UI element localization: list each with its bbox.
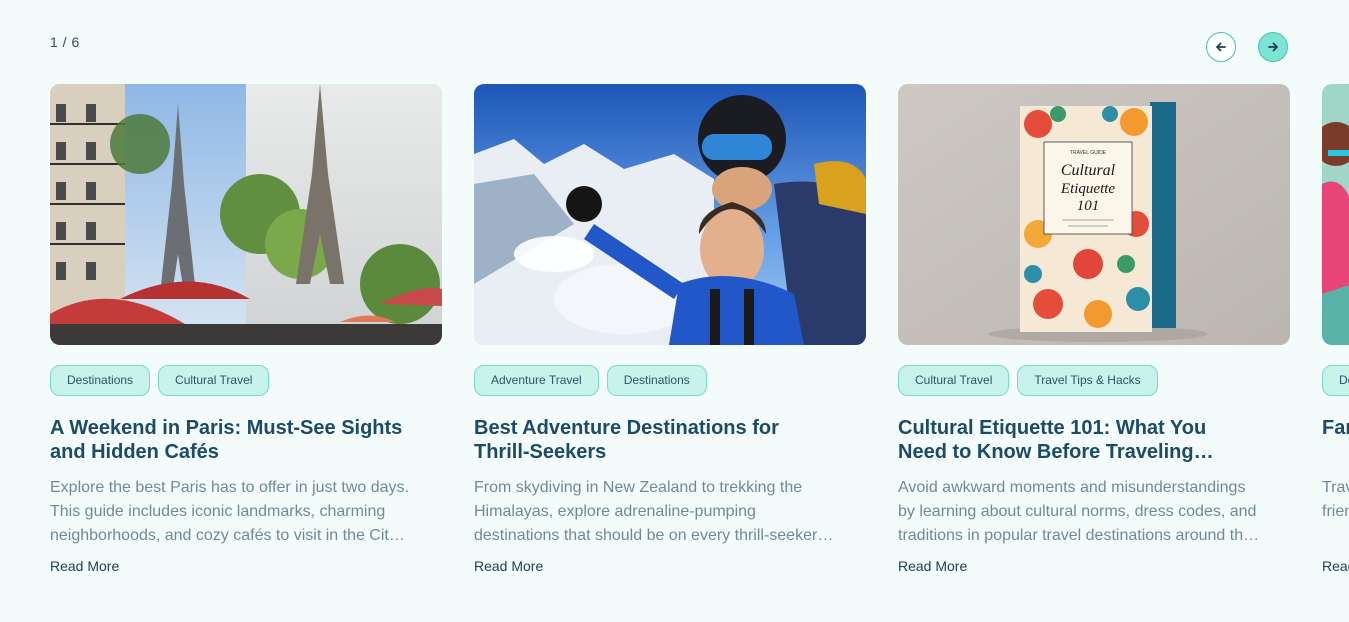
next-slide-button[interactable] [1258, 32, 1288, 62]
card-title[interactable]: Cultural Etiquette 101: What You Need to… [898, 416, 1290, 464]
read-more-link[interactable]: Read More [474, 558, 543, 574]
book-title-line2: Etiquette [1060, 181, 1115, 197]
slide-counter: 1 / 6 [50, 34, 80, 50]
book-title-line1: Cultural [1061, 162, 1116, 179]
tag-cultural-travel[interactable]: Cultural Travel [898, 365, 1010, 396]
read-more-link[interactable]: Read More [1322, 558, 1349, 574]
tag-travel-tips-hacks[interactable]: Travel Tips & Hacks [1017, 365, 1158, 396]
card-excerpt: Avoid awkward moments and misunderstandi… [898, 479, 1257, 544]
arrow-left-icon [1216, 42, 1226, 52]
tag-destinations[interactable]: Destinations [606, 365, 707, 396]
blog-card[interactable]: Destinations Family-Friendly Destination… [1322, 84, 1349, 576]
tag-cultural-travel[interactable]: Cultural Travel [158, 365, 270, 396]
tag-adventure-travel[interactable]: Adventure Travel [474, 365, 599, 396]
read-more-link[interactable]: Read More [50, 558, 119, 574]
card-excerpt: From skydiving in New Zealand to trekkin… [474, 479, 829, 544]
tag-list: Cultural Travel Travel Tips & Hacks [898, 365, 1290, 396]
card-title[interactable]: Best Adventure Destinations for Thrill-S… [474, 416, 866, 464]
blog-carousel: 1 / 6 Destinations Cultural Travel A Wee… [0, 0, 1349, 622]
blog-card[interactable]: Destinations Cultural Travel A Weekend i… [50, 84, 442, 576]
card-image-skydiving[interactable] [474, 84, 866, 345]
read-more-link[interactable]: Read More [898, 558, 967, 574]
card-excerpt: Explore the best Paris has to offer in j… [50, 479, 409, 544]
book-title-line3: 101 [1077, 198, 1100, 214]
tag-destinations[interactable]: Destinations [50, 365, 151, 396]
card-image-family[interactable] [1322, 84, 1349, 345]
tag-list: Destinations Cultural Travel [50, 365, 442, 396]
card-excerpt: Travel with kids made easy: an overview … [1322, 479, 1349, 520]
prev-slide-button[interactable] [1206, 32, 1236, 62]
tag-list: Destinations [1322, 365, 1349, 396]
card-image-paris[interactable] [50, 84, 442, 345]
card-title[interactable]: Family-Friendly Destinations [1322, 416, 1349, 464]
tag-destinations[interactable]: Destinations [1322, 365, 1349, 396]
tag-list: Adventure Travel Destinations [474, 365, 866, 396]
book-top-text: TRAVEL GUIDE [1070, 150, 1107, 156]
arrow-right-icon [1268, 42, 1278, 52]
blog-card[interactable]: Adventure Travel Destinations Best Adven… [474, 84, 866, 576]
blog-card[interactable]: TRAVEL GUIDE Cultural Etiquette 101 Cult… [898, 84, 1290, 576]
card-title[interactable]: A Weekend in Paris: Must-See Sights and … [50, 416, 442, 464]
card-image-book[interactable]: TRAVEL GUIDE Cultural Etiquette 101 [898, 84, 1290, 345]
